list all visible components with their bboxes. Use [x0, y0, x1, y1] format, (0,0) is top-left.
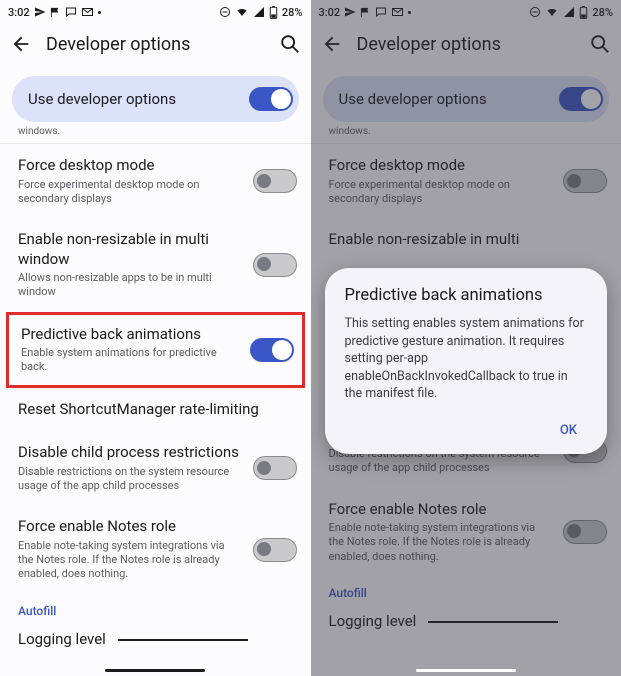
battery-icon [579, 6, 588, 19]
setting-sub: Force experimental desktop mode on secon… [18, 178, 243, 207]
setting-notes-role[interactable]: Force enable Notes role Enable note-taki… [311, 488, 621, 576]
screenshot-left: 3:02 28% Developer options Use developer… [0, 0, 311, 676]
status-time: 3:02 [319, 6, 341, 19]
toggle-switch[interactable] [563, 520, 607, 544]
setting-title: Predictive back animations [21, 325, 240, 345]
master-toggle-switch[interactable] [559, 87, 603, 111]
section-autofill: Autofill [0, 594, 311, 620]
setting-notes-role[interactable]: Force enable Notes role Enable note-taki… [0, 505, 311, 593]
master-toggle-row[interactable]: Use developer options [323, 76, 610, 122]
flag-icon [360, 7, 371, 18]
send-icon [344, 6, 356, 18]
gmail-icon [391, 6, 404, 18]
dialog-predictive-back: Predictive back animations This setting … [325, 268, 608, 454]
toggle-switch[interactable] [253, 538, 297, 562]
truncated-text: windows. [311, 126, 621, 144]
truncated-text: windows. [0, 126, 311, 144]
setting-sub: Allows non-resizable apps to be in multi… [18, 271, 243, 300]
app-bar: Developer options [311, 22, 621, 66]
back-icon[interactable] [321, 33, 343, 55]
wifi-icon [235, 6, 249, 18]
setting-title: Force desktop mode [18, 156, 243, 176]
setting-sub: Force experimental desktop mode on secon… [329, 178, 554, 207]
send-icon [34, 6, 46, 18]
setting-title: Reset ShortcutManager rate-limiting [18, 400, 297, 420]
dialog-body: This setting enables system animations f… [345, 315, 588, 403]
dot-icon [98, 11, 101, 14]
setting-non-resizable[interactable]: Enable non-resizable in multi [311, 218, 621, 254]
setting-sub: Enable note-taking system integrations v… [18, 539, 243, 582]
battery-pct: 28% [592, 6, 613, 19]
master-toggle-label: Use developer options [339, 90, 487, 108]
setting-title: Enable non-resizable in multi [329, 230, 608, 250]
dialog-title: Predictive back animations [345, 286, 588, 305]
master-toggle-row[interactable]: Use developer options [12, 76, 299, 122]
dnd-icon [219, 6, 231, 18]
setting-non-resizable[interactable]: Enable non-resizable in multi window All… [0, 218, 311, 312]
setting-sub: Enable note-taking system integrations v… [329, 521, 554, 564]
gesture-nav-bar[interactable] [105, 669, 205, 672]
dialog-ok-button[interactable]: OK [550, 417, 587, 444]
slider-track[interactable] [118, 639, 248, 641]
signal-icon [253, 6, 265, 18]
toggle-switch[interactable] [563, 169, 607, 193]
battery-pct: 28% [282, 6, 303, 19]
section-autofill: Autofill [311, 576, 621, 602]
toggle-switch[interactable] [250, 338, 294, 362]
setting-title: Force desktop mode [329, 156, 554, 176]
screenshot-right: 3:02 28% Developer options Use developer… [311, 0, 621, 676]
setting-predictive-back[interactable]: Predictive back animations Enable system… [6, 312, 305, 388]
toggle-switch[interactable] [253, 169, 297, 193]
page-title: Developer options [32, 34, 279, 55]
search-icon[interactable] [279, 33, 301, 55]
setting-sub: Disable restrictions on the system resou… [18, 465, 243, 494]
setting-logging-level[interactable]: Logging level [0, 620, 311, 650]
gmail-icon [81, 6, 94, 18]
toggle-switch[interactable] [253, 253, 297, 277]
setting-title: Enable non-resizable in multi window [18, 230, 243, 269]
gesture-nav-bar[interactable] [416, 669, 516, 672]
chat-icon [65, 6, 77, 18]
setting-title: Force enable Notes role [18, 517, 243, 537]
chat-icon [375, 6, 387, 18]
setting-force-desktop[interactable]: Force desktop mode Force experimental de… [311, 144, 621, 218]
slider-track[interactable] [428, 621, 558, 623]
search-icon[interactable] [589, 33, 611, 55]
battery-icon [269, 6, 278, 19]
setting-title: Logging level [329, 612, 417, 632]
signal-icon [563, 6, 575, 18]
setting-sub: Enable system animations for predictive … [21, 346, 240, 375]
flag-icon [50, 7, 61, 18]
setting-title: Force enable Notes role [329, 500, 554, 520]
setting-logging-level[interactable]: Logging level [311, 602, 621, 632]
status-bar: 3:02 28% [311, 0, 621, 22]
setting-force-desktop[interactable]: Force desktop mode Force experimental de… [0, 144, 311, 218]
setting-title: Logging level [18, 630, 106, 650]
setting-disable-child[interactable]: Disable child process restrictions Disab… [0, 431, 311, 505]
page-title: Developer options [343, 34, 590, 55]
status-bar: 3:02 28% [0, 0, 311, 22]
back-icon[interactable] [10, 33, 32, 55]
toggle-switch[interactable] [253, 456, 297, 480]
dot-icon [408, 11, 411, 14]
app-bar: Developer options [0, 22, 311, 66]
status-time: 3:02 [8, 6, 30, 19]
setting-reset-shortcutmanager[interactable]: Reset ShortcutManager rate-limiting [0, 388, 311, 432]
setting-title: Disable child process restrictions [18, 443, 243, 463]
dnd-icon [529, 6, 541, 18]
master-toggle-label: Use developer options [28, 90, 176, 108]
wifi-icon [545, 6, 559, 18]
master-toggle-switch[interactable] [249, 87, 293, 111]
